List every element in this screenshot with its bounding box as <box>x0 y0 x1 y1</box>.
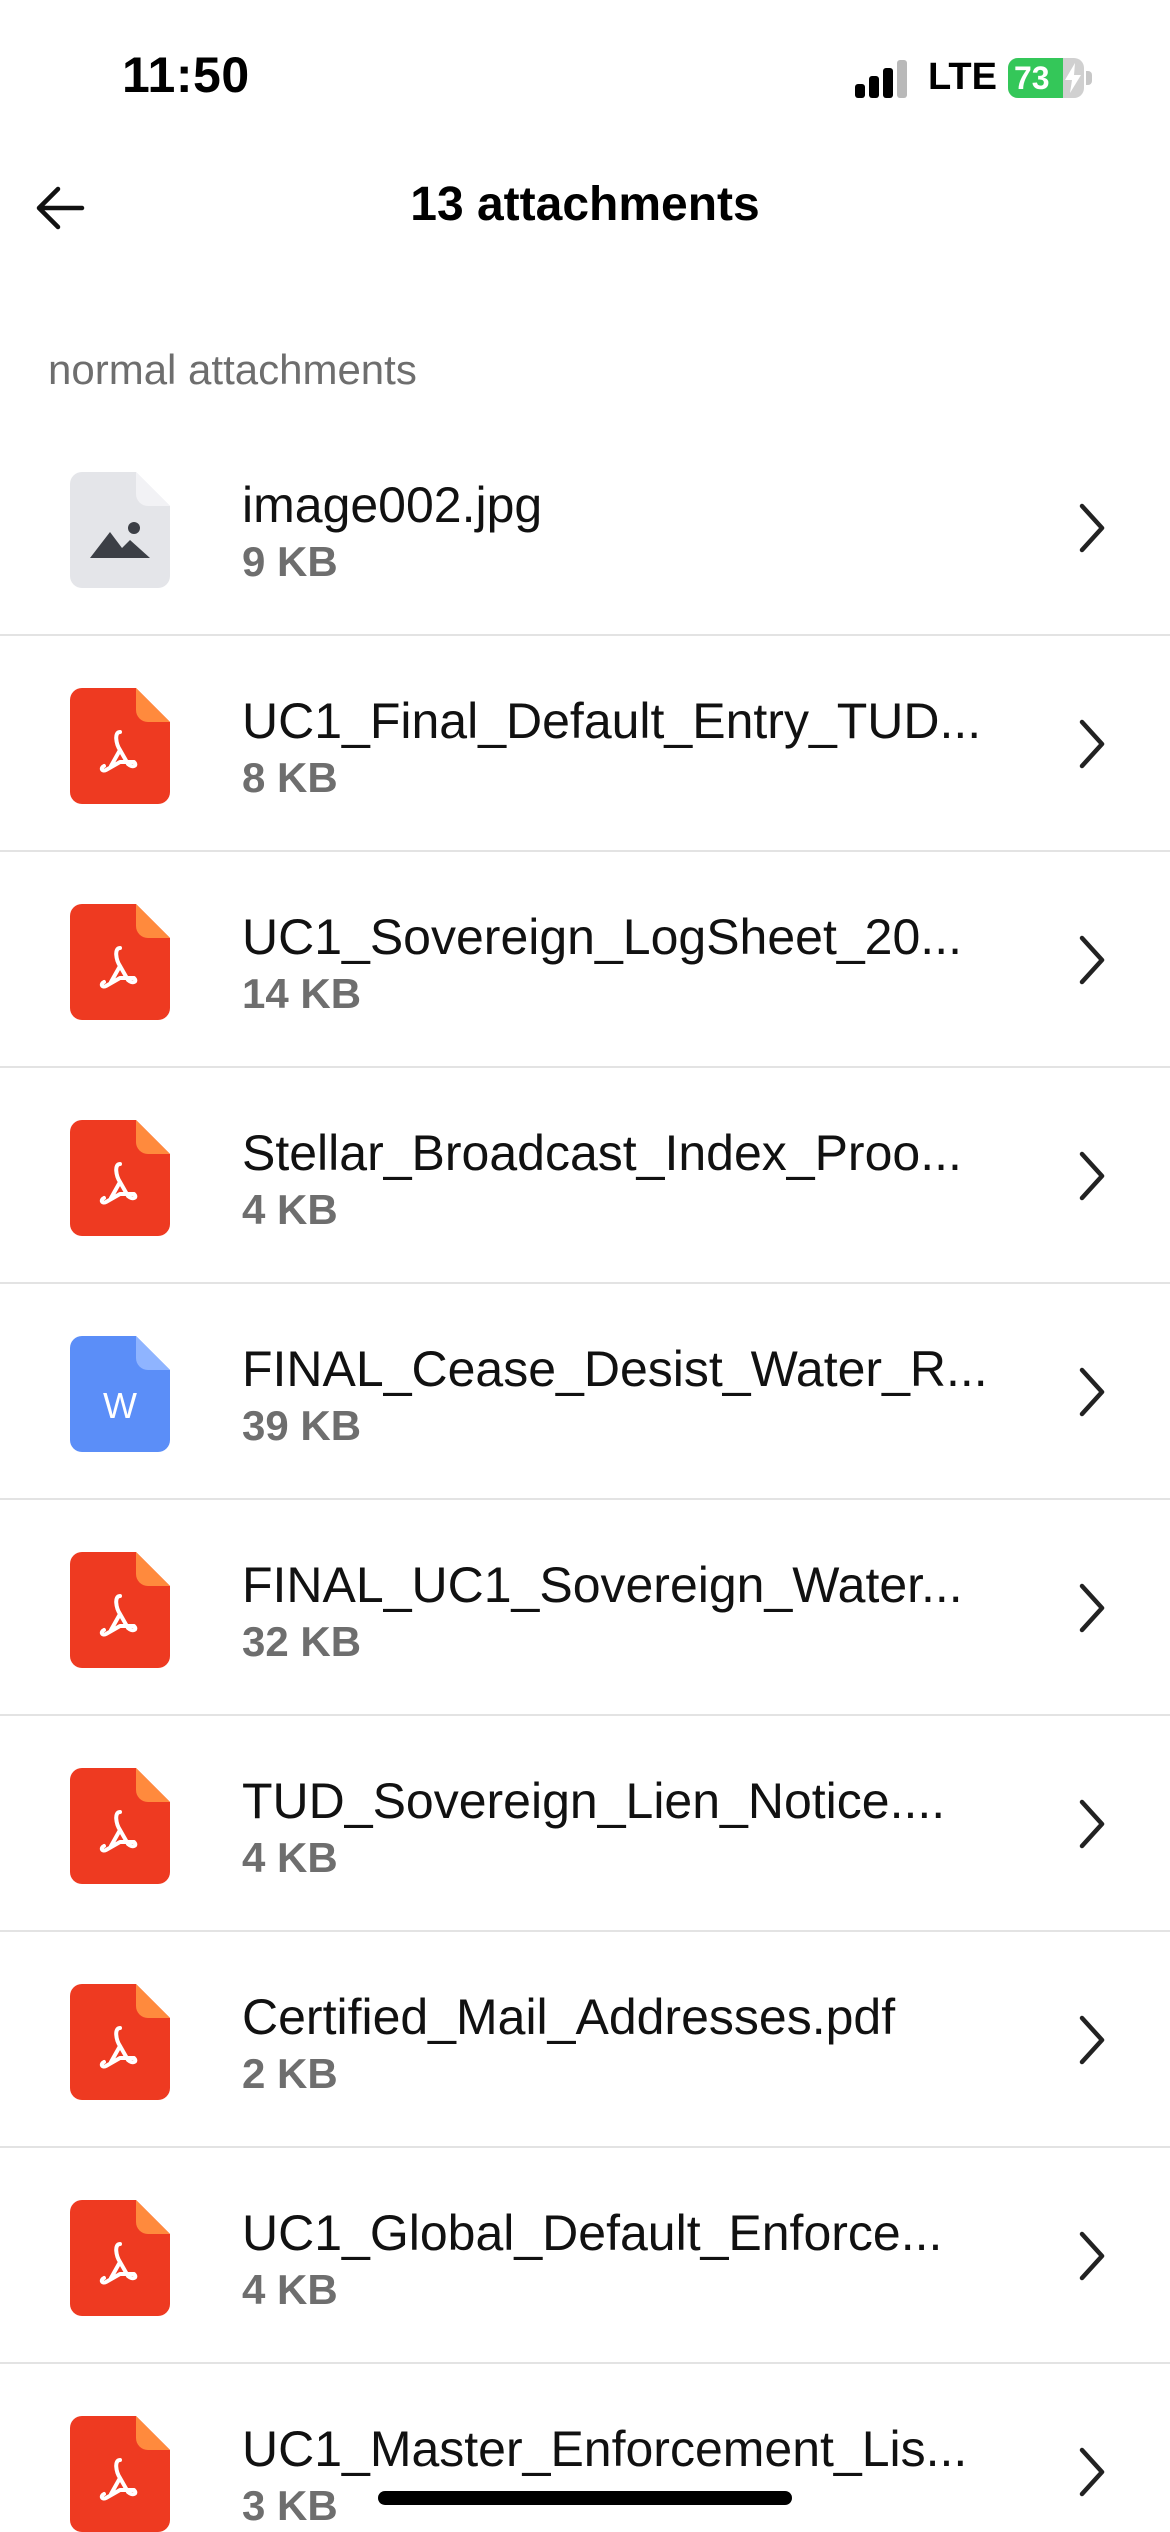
page-title: 13 attachments <box>410 178 760 231</box>
chevron-right-icon <box>1079 1367 1105 1417</box>
attachment-name: UC1_Master_Enforcement_Lis... <box>242 2421 968 2477</box>
image-file-icon <box>70 472 170 588</box>
attachment-size: 4 KB <box>242 1186 338 1233</box>
attachments-screen: 11:50 LTE 73 13 attachments normal attac… <box>0 0 1170 2532</box>
attachment-size: 39 KB <box>242 1402 362 1449</box>
chevron-right-icon <box>1079 1799 1105 1849</box>
attachment-row[interactable]: FINAL_UC1_Sovereign_Water... 32 KB <box>0 1500 1170 1716</box>
attachment-name: UC1_Global_Default_Enforce... <box>242 2205 943 2261</box>
attachment-row[interactable]: UC1_Sovereign_LogSheet_20... 14 KB <box>0 852 1170 1068</box>
attachment-row[interactable]: Certified_Mail_Addresses.pdf 2 KB <box>0 1932 1170 2148</box>
cellular-signal-icon <box>855 58 915 98</box>
pdf-file-icon <box>70 2416 170 2532</box>
pdf-file-icon <box>70 1120 170 1236</box>
word-letter: W <box>103 1385 137 1426</box>
battery-icon: 73 <box>1008 58 1092 98</box>
charging-bolt-icon <box>1065 63 1081 93</box>
attachment-name: image002.jpg <box>242 477 543 533</box>
attachment-name: UC1_Final_Default_Entry_TUD... <box>242 693 982 749</box>
pdf-file-icon <box>70 2200 170 2316</box>
attachment-row[interactable]: UC1_Master_Enforcement_Lis... 3 KB <box>0 2364 1170 2532</box>
attachment-row[interactable]: UC1_Final_Default_Entry_TUD... 8 KB <box>0 636 1170 852</box>
battery-percentage: 73 <box>1014 60 1050 96</box>
chevron-right-icon <box>1079 1151 1105 1201</box>
attachment-size: 9 KB <box>242 538 338 585</box>
chevron-right-icon <box>1079 2231 1105 2281</box>
back-button[interactable] <box>20 168 100 248</box>
pdf-file-icon <box>70 1552 170 1668</box>
pdf-file-icon <box>70 1984 170 2100</box>
pdf-file-icon <box>70 1768 170 1884</box>
arrow-left-icon <box>36 186 85 230</box>
status-time: 11:50 <box>122 47 250 103</box>
attachment-name: UC1_Sovereign_LogSheet_20... <box>242 909 962 965</box>
chevron-right-icon <box>1079 1583 1105 1633</box>
attachment-name: FINAL_UC1_Sovereign_Water... <box>242 1557 963 1613</box>
pdf-file-icon <box>70 904 170 1020</box>
pdf-file-icon <box>70 688 170 804</box>
attachment-name: Certified_Mail_Addresses.pdf <box>242 1989 896 2045</box>
attachment-size: 8 KB <box>242 754 338 801</box>
word-file-icon: W <box>70 1336 170 1452</box>
attachment-row[interactable]: TUD_Sovereign_Lien_Notice.... 4 KB <box>0 1716 1170 1932</box>
network-type-label: LTE <box>928 56 997 98</box>
attachment-list: image002.jpg 9 KB UC1_Final_Default_Entry_… <box>0 420 1170 2532</box>
status-bar: 11:50 LTE 73 <box>0 0 1170 150</box>
attachment-name: TUD_Sovereign_Lien_Notice.... <box>242 1773 946 1829</box>
chevron-right-icon <box>1079 719 1105 769</box>
chevron-right-icon <box>1079 503 1105 553</box>
attachment-row[interactable]: Stellar_Broadcast_Index_Proo... 4 KB <box>0 1068 1170 1284</box>
chevron-right-icon <box>1079 935 1105 985</box>
attachment-name: FINAL_Cease_Desist_Water_R... <box>242 1341 988 1397</box>
attachment-size: 14 KB <box>242 970 362 1017</box>
attachment-name: Stellar_Broadcast_Index_Proo... <box>242 1125 962 1181</box>
attachment-size: 3 KB <box>242 2482 338 2529</box>
attachment-size: 32 KB <box>242 1618 362 1665</box>
section-label: normal attachments <box>48 346 417 393</box>
attachment-row[interactable]: image002.jpg 9 KB <box>0 420 1170 636</box>
attachment-size: 4 KB <box>242 1834 338 1881</box>
attachment-size: 2 KB <box>242 2050 338 2097</box>
navigation-header: 13 attachments <box>0 160 1170 250</box>
attachment-row[interactable]: W FINAL_Cease_Desist_Water_R... 39 KB <box>0 1284 1170 1500</box>
chevron-right-icon <box>1079 2015 1105 2065</box>
attachment-row[interactable]: UC1_Global_Default_Enforce... 4 KB <box>0 2148 1170 2364</box>
attachment-size: 4 KB <box>242 2266 338 2313</box>
home-indicator[interactable] <box>378 2491 792 2505</box>
chevron-right-icon <box>1079 2447 1105 2497</box>
